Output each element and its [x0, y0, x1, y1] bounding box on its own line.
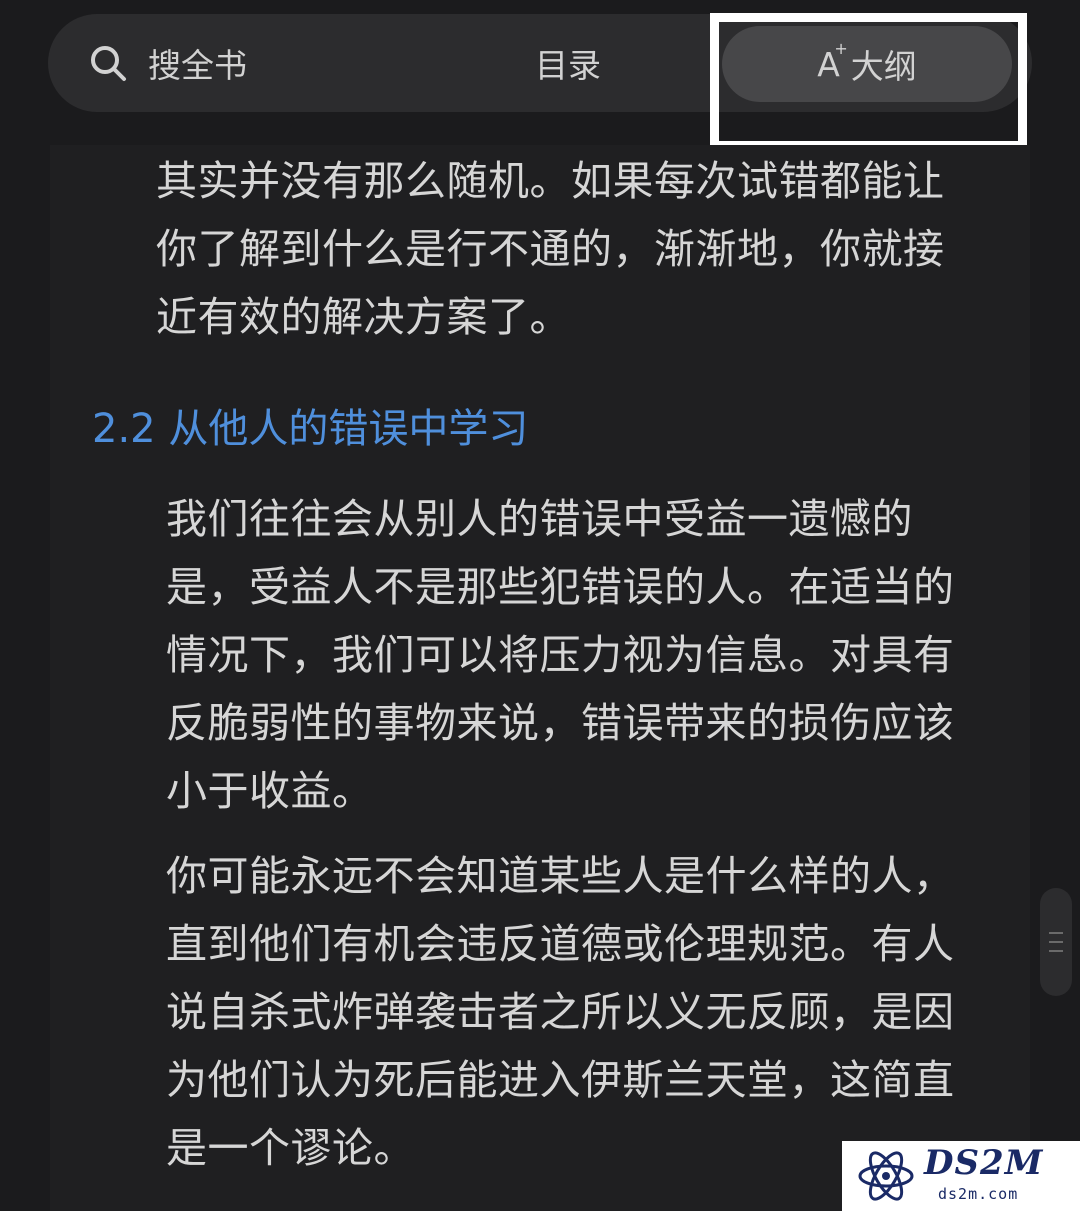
search-icon: [91, 46, 126, 81]
reader-page: 搜全书 目录 A + 大纲 其实并没有那么随机。如果每次试错都能让 你了解到什么是…: [0, 0, 1080, 1211]
toc-label: 目录: [535, 46, 601, 85]
paragraph-2: 你可能永远不会知道某些人是什么样的人， 直到他们有机会违反道德或伦理规范。有人 …: [166, 852, 955, 1172]
ai-sparkle-icon: A +: [817, 38, 848, 84]
search-book-button[interactable]: 搜全书: [88, 14, 247, 112]
paragraph-1: 我们往往会从别人的错误中受益一遗憾的 是，受益人不是那些犯错误的人。在适当的 情…: [166, 495, 955, 815]
atom-logo-icon: [858, 1151, 914, 1201]
watermark-url: ds2m.com: [938, 1185, 1019, 1203]
scroll-handle-icon: [1049, 932, 1063, 952]
toc-tab[interactable]: 目录: [508, 14, 628, 112]
outline-label: 大纲: [850, 47, 917, 86]
reader-toolbar: 搜全书 目录 A + 大纲: [48, 14, 1032, 112]
paragraph-0: 其实并没有那么随机。如果每次试错都能让 你了解到什么是行不通的，渐渐地，你就接 …: [156, 157, 945, 341]
reading-content: 其实并没有那么随机。如果每次试错都能让 你了解到什么是行不通的，渐渐地，你就接 …: [50, 145, 1030, 1211]
ai-outline-tab[interactable]: A + 大纲: [722, 26, 1012, 102]
search-book-label: 搜全书: [148, 46, 247, 85]
section-heading: 2.2 从他人的错误中学习: [92, 406, 529, 452]
scroll-handle[interactable]: [1040, 888, 1072, 996]
watermark-title: DS2M: [924, 1143, 1044, 1183]
watermark-logo: DS2M ds2m.com: [842, 1141, 1080, 1211]
